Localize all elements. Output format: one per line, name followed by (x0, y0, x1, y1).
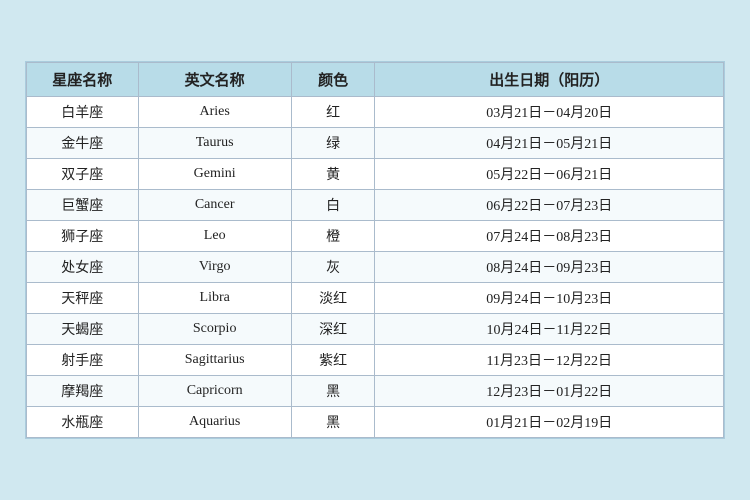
cell-cn-name: 天秤座 (27, 283, 139, 314)
table-body: 白羊座Aries红03月21日－04月20日金牛座Taurus绿04月21日－0… (27, 97, 724, 438)
cell-color: 橙 (291, 221, 375, 252)
table-row: 天秤座Libra淡红09月24日－10月23日 (27, 283, 724, 314)
cell-color: 紫红 (291, 345, 375, 376)
cell-cn-name: 金牛座 (27, 128, 139, 159)
cell-en-name: Gemini (138, 159, 291, 190)
table-row: 双子座Gemini黄05月22日－06月21日 (27, 159, 724, 190)
table-row: 处女座Virgo灰08月24日－09月23日 (27, 252, 724, 283)
cell-date: 05月22日－06月21日 (375, 159, 724, 190)
cell-date: 08月24日－09月23日 (375, 252, 724, 283)
cell-en-name: Sagittarius (138, 345, 291, 376)
header-color: 颜色 (291, 63, 375, 97)
cell-en-name: Aries (138, 97, 291, 128)
cell-cn-name: 双子座 (27, 159, 139, 190)
cell-date: 09月24日－10月23日 (375, 283, 724, 314)
cell-cn-name: 摩羯座 (27, 376, 139, 407)
zodiac-table-container: 星座名称 英文名称 颜色 出生日期（阳历） 白羊座Aries红03月21日－04… (25, 61, 725, 439)
table-row: 巨蟹座Cancer白06月22日－07月23日 (27, 190, 724, 221)
cell-en-name: Capricorn (138, 376, 291, 407)
cell-en-name: Libra (138, 283, 291, 314)
cell-date: 03月21日－04月20日 (375, 97, 724, 128)
cell-color: 灰 (291, 252, 375, 283)
header-date: 出生日期（阳历） (375, 63, 724, 97)
table-row: 狮子座Leo橙07月24日－08月23日 (27, 221, 724, 252)
cell-en-name: Aquarius (138, 407, 291, 438)
cell-date: 12月23日－01月22日 (375, 376, 724, 407)
cell-cn-name: 水瓶座 (27, 407, 139, 438)
cell-date: 06月22日－07月23日 (375, 190, 724, 221)
cell-en-name: Leo (138, 221, 291, 252)
cell-en-name: Cancer (138, 190, 291, 221)
cell-color: 黄 (291, 159, 375, 190)
table-row: 射手座Sagittarius紫红11月23日－12月22日 (27, 345, 724, 376)
header-en-name: 英文名称 (138, 63, 291, 97)
cell-en-name: Taurus (138, 128, 291, 159)
cell-color: 红 (291, 97, 375, 128)
header-cn-name: 星座名称 (27, 63, 139, 97)
table-row: 白羊座Aries红03月21日－04月20日 (27, 97, 724, 128)
cell-cn-name: 天蝎座 (27, 314, 139, 345)
cell-color: 淡红 (291, 283, 375, 314)
table-row: 水瓶座Aquarius黑01月21日－02月19日 (27, 407, 724, 438)
table-row: 天蝎座Scorpio深红10月24日－11月22日 (27, 314, 724, 345)
cell-en-name: Virgo (138, 252, 291, 283)
cell-cn-name: 白羊座 (27, 97, 139, 128)
cell-cn-name: 处女座 (27, 252, 139, 283)
table-row: 金牛座Taurus绿04月21日－05月21日 (27, 128, 724, 159)
cell-color: 黑 (291, 407, 375, 438)
cell-date: 01月21日－02月19日 (375, 407, 724, 438)
cell-cn-name: 射手座 (27, 345, 139, 376)
cell-cn-name: 狮子座 (27, 221, 139, 252)
cell-en-name: Scorpio (138, 314, 291, 345)
cell-color: 黑 (291, 376, 375, 407)
cell-date: 04月21日－05月21日 (375, 128, 724, 159)
cell-color: 深红 (291, 314, 375, 345)
cell-color: 绿 (291, 128, 375, 159)
cell-date: 07月24日－08月23日 (375, 221, 724, 252)
table-row: 摩羯座Capricorn黑12月23日－01月22日 (27, 376, 724, 407)
cell-cn-name: 巨蟹座 (27, 190, 139, 221)
cell-color: 白 (291, 190, 375, 221)
cell-date: 10月24日－11月22日 (375, 314, 724, 345)
cell-date: 11月23日－12月22日 (375, 345, 724, 376)
table-header-row: 星座名称 英文名称 颜色 出生日期（阳历） (27, 63, 724, 97)
zodiac-table: 星座名称 英文名称 颜色 出生日期（阳历） 白羊座Aries红03月21日－04… (26, 62, 724, 438)
